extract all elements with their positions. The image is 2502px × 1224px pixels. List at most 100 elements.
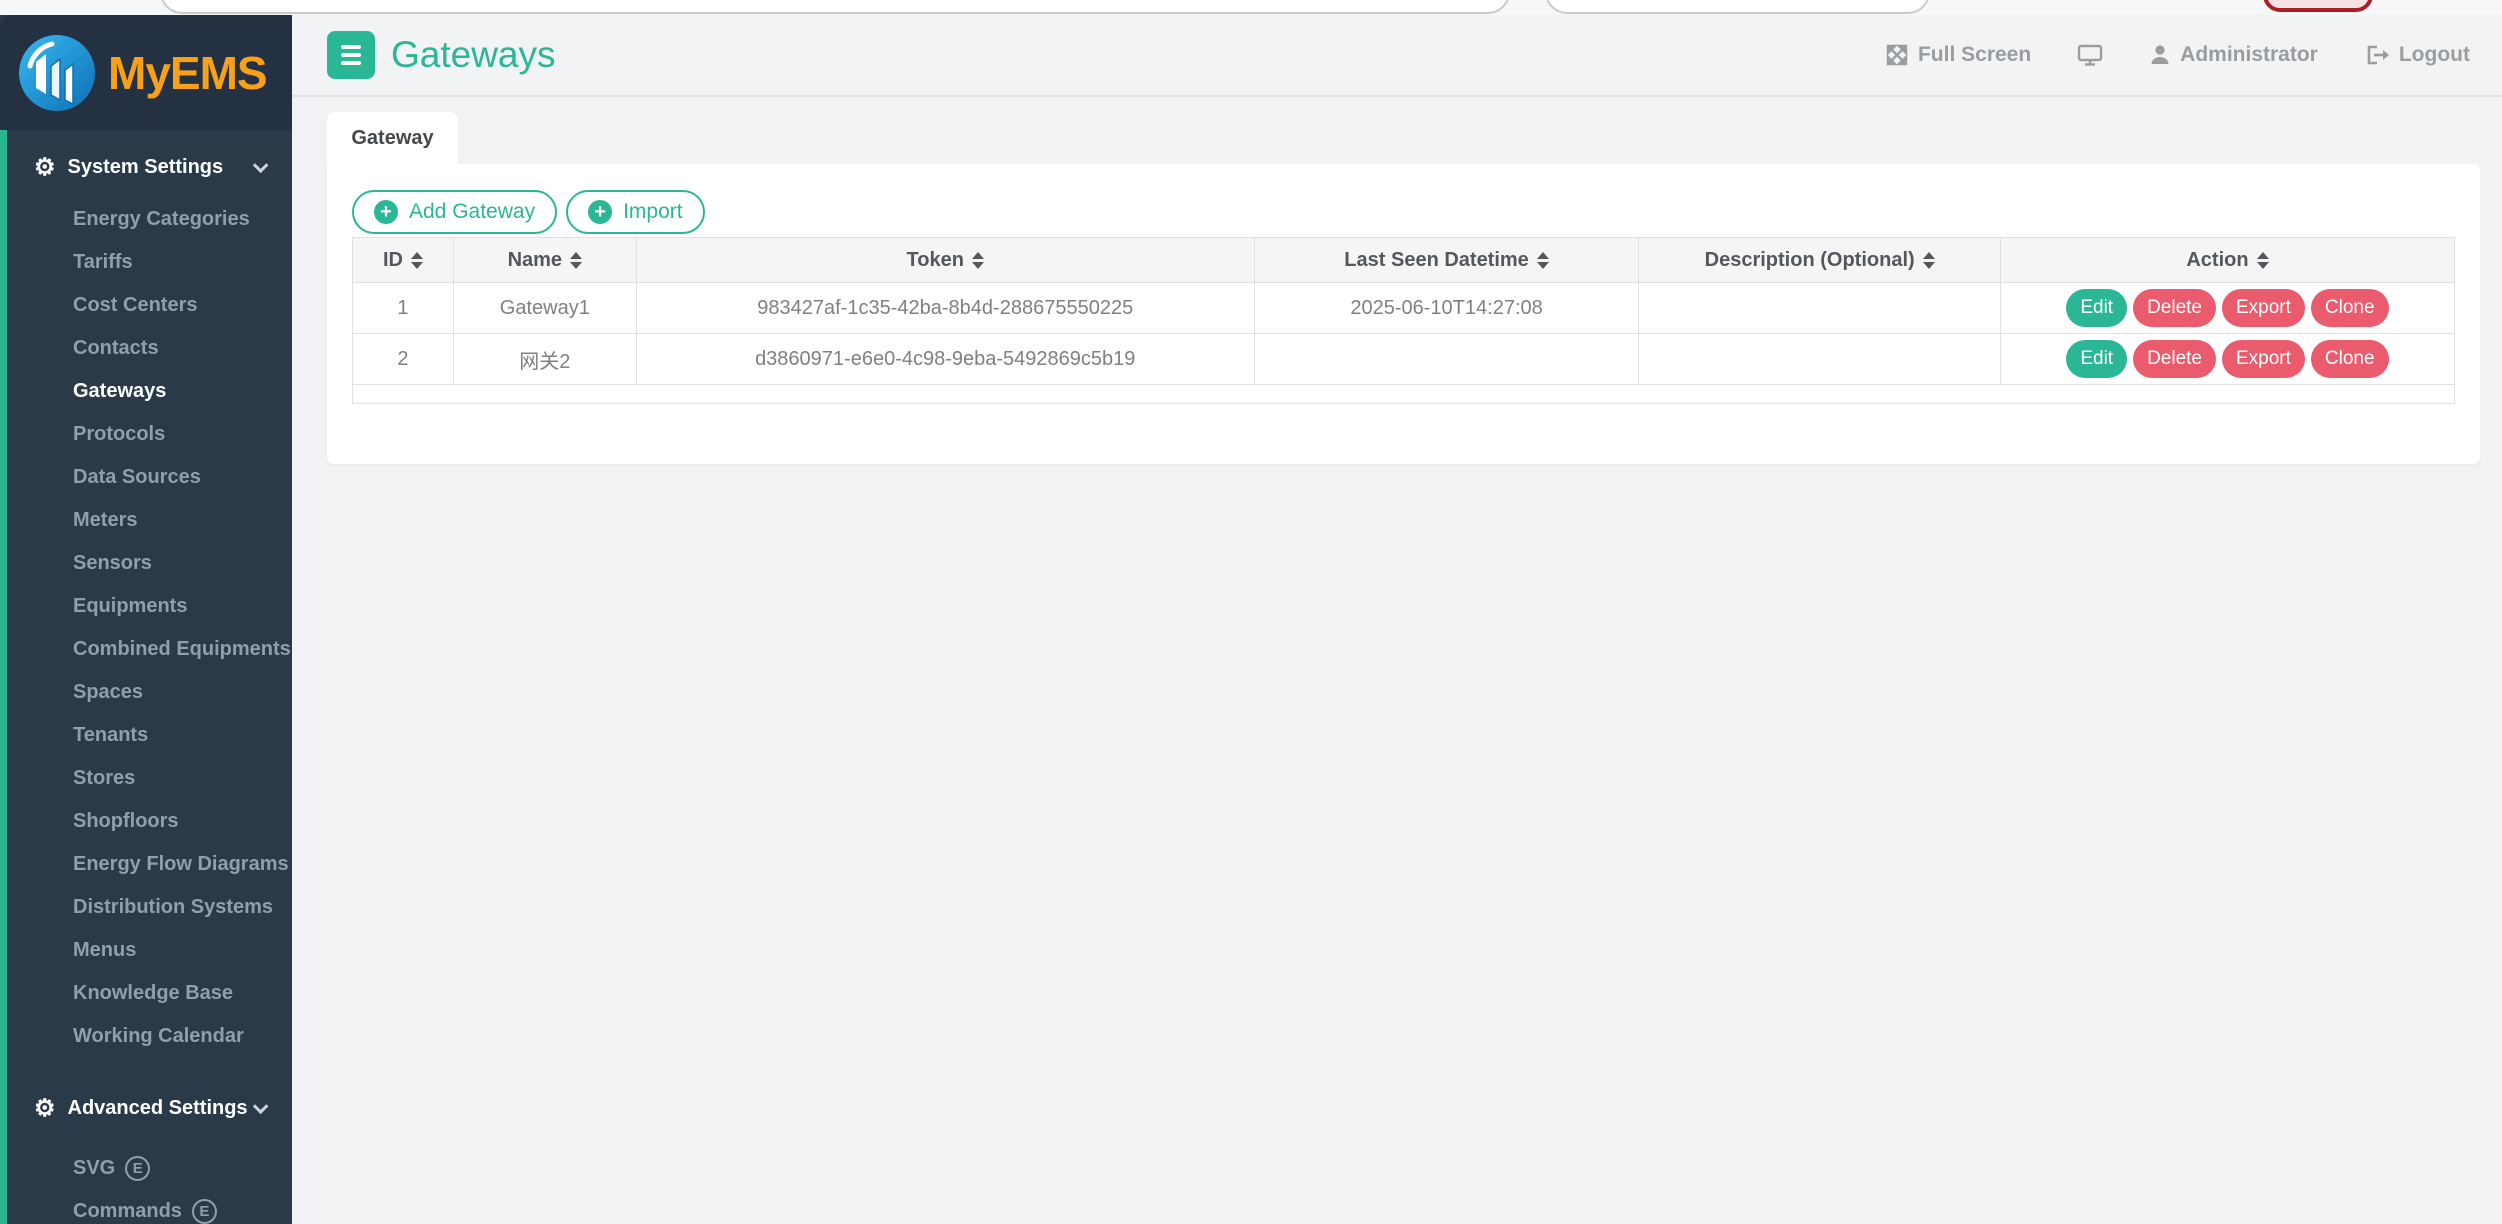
myems-logo-icon <box>16 32 98 114</box>
edit-button[interactable]: Edit <box>2066 289 2127 327</box>
sidebar-item-label: Menus <box>73 939 136 962</box>
sidebar-item-commands[interactable]: CommandsE <box>0 1190 292 1224</box>
column-label: Description (Optional) <box>1705 249 1915 272</box>
sidebar-item-tenants[interactable]: Tenants <box>0 714 292 757</box>
sidebar-item-knowledge-base[interactable]: Knowledge Base <box>0 972 292 1015</box>
logout-icon <box>2364 43 2390 67</box>
cell-description <box>1639 334 2001 385</box>
sidebar-item-equipments[interactable]: Equipments <box>0 585 292 628</box>
sidebar-item-menus[interactable]: Menus <box>0 929 292 972</box>
chevron-down-icon <box>253 1099 269 1115</box>
sidebar-item-sensors[interactable]: Sensors <box>0 542 292 585</box>
cell-last-seen <box>1254 334 1639 385</box>
monitor-button[interactable] <box>2077 43 2103 67</box>
sidebar-item-label: SVG <box>73 1157 115 1180</box>
tab-gateway[interactable]: Gateway <box>327 112 458 164</box>
export-button[interactable]: Export <box>2222 289 2305 327</box>
cell-id: 2 <box>353 334 454 385</box>
tab-label: Gateway <box>351 127 433 150</box>
browser-red-button[interactable] <box>2263 0 2373 12</box>
sidebar-item-energy-flow-diagrams[interactable]: Energy Flow Diagrams <box>0 843 292 886</box>
sidebar-item-protocols[interactable]: Protocols <box>0 413 292 456</box>
column-header-id[interactable]: ID <box>353 238 454 283</box>
sidebar-item-distribution-systems[interactable]: Distribution Systems <box>0 886 292 929</box>
export-button[interactable]: Export <box>2222 340 2305 378</box>
sidebar-section-advanced-settings[interactable]: ⚙ Advanced Settings <box>0 1087 292 1130</box>
table-footer-row <box>353 385 2455 404</box>
logo[interactable]: MyEMS <box>0 15 292 130</box>
gears-icon: ⚙ <box>34 1094 56 1123</box>
table-footer-cell <box>353 385 2455 404</box>
sidebar-item-label: Tariffs <box>73 251 133 274</box>
user-icon <box>2149 43 2171 67</box>
sidebar-item-svg[interactable]: SVGE <box>0 1147 292 1190</box>
sidebar-toggle-button[interactable] <box>327 31 375 79</box>
sidebar-item-contacts[interactable]: Contacts <box>0 327 292 370</box>
clone-button[interactable]: Clone <box>2311 340 2389 378</box>
cell-actions: EditDeleteExportClone <box>2000 334 2454 385</box>
cell-actions: EditDeleteExportClone <box>2000 283 2454 334</box>
gears-icon: ⚙ <box>34 153 56 182</box>
user-label: Administrator <box>2180 43 2318 67</box>
sidebar-item-energy-categories[interactable]: Energy Categories <box>0 198 292 241</box>
delete-button[interactable]: Delete <box>2133 340 2216 378</box>
logo-text: MyEMS <box>108 46 267 100</box>
plus-icon: + <box>588 200 612 224</box>
logout-button[interactable]: Logout <box>2364 43 2470 67</box>
sidebar-item-data-sources[interactable]: Data Sources <box>0 456 292 499</box>
sidebar-item-label: Cost Centers <box>73 294 197 317</box>
column-header-name[interactable]: Name <box>453 238 636 283</box>
clone-button[interactable]: Clone <box>2311 289 2389 327</box>
cell-id: 1 <box>353 283 454 334</box>
column-label: ID <box>383 249 403 272</box>
full-screen-label: Full Screen <box>1918 43 2031 67</box>
topbar: Gateways Full Screen <box>292 15 2502 97</box>
sidebar-item-label: Spaces <box>73 681 143 704</box>
sidebar-item-cost-centers[interactable]: Cost Centers <box>0 284 292 327</box>
monitor-icon <box>2077 43 2103 67</box>
sidebar-item-label: Contacts <box>73 337 159 360</box>
browser-address-bar[interactable] <box>160 0 1510 14</box>
column-label: Token <box>907 249 964 272</box>
sidebar-item-label: Stores <box>73 767 135 790</box>
sidebar-item-stores[interactable]: Stores <box>0 757 292 800</box>
section-label: Advanced Settings <box>68 1097 248 1120</box>
table-row: 1Gateway1983427af-1c35-42ba-8b4d-2886755… <box>353 283 2455 334</box>
section-label: System Settings <box>68 156 224 179</box>
sidebar-item-gateways[interactable]: Gateways <box>0 370 292 413</box>
column-header-last-seen-datetime[interactable]: Last Seen Datetime <box>1254 238 1639 283</box>
table-body: 1Gateway1983427af-1c35-42ba-8b4d-2886755… <box>353 283 2455 385</box>
sidebar-item-label: Energy Categories <box>73 208 250 231</box>
browser-secondary-bar[interactable] <box>1545 0 1930 14</box>
chevron-down-icon <box>253 158 269 174</box>
logout-label: Logout <box>2399 43 2470 67</box>
add-gateway-button[interactable]: + Add Gateway <box>352 190 557 234</box>
sort-icon <box>1923 252 1935 269</box>
sidebar-item-combined-equipments[interactable]: Combined Equipments <box>0 628 292 671</box>
topbar-right: Full Screen Administrator <box>1885 43 2470 67</box>
sidebar-item-spaces[interactable]: Spaces <box>0 671 292 714</box>
sort-icon <box>972 252 984 269</box>
user-menu[interactable]: Administrator <box>2149 43 2318 67</box>
sidebar-item-shopfloors[interactable]: Shopfloors <box>0 800 292 843</box>
sidebar-section-system-settings[interactable]: ⚙ System Settings <box>0 146 292 189</box>
cell-name: 网关2 <box>453 334 636 385</box>
column-header-token[interactable]: Token <box>636 238 1254 283</box>
table-row: 2网关2d3860971-e6e0-4c98-9eba-5492869c5b19… <box>353 334 2455 385</box>
column-header-action[interactable]: Action <box>2000 238 2454 283</box>
sidebar-item-working-calendar[interactable]: Working Calendar <box>0 1015 292 1058</box>
column-header-description-optional[interactable]: Description (Optional) <box>1639 238 2001 283</box>
sidebar-item-meters[interactable]: Meters <box>0 499 292 542</box>
sidebar-item-label: Combined Equipments <box>73 638 291 661</box>
full-screen-button[interactable]: Full Screen <box>1885 43 2031 67</box>
cell-description <box>1639 283 2001 334</box>
column-label: Last Seen Datetime <box>1344 249 1529 272</box>
import-button[interactable]: + Import <box>566 190 705 234</box>
sidebar-item-tariffs[interactable]: Tariffs <box>0 241 292 284</box>
sidebar-item-label: Equipments <box>73 595 187 618</box>
cell-token: 983427af-1c35-42ba-8b4d-288675550225 <box>636 283 1254 334</box>
edit-button[interactable]: Edit <box>2066 340 2127 378</box>
sidebar-item-label: Distribution Systems <box>73 896 273 919</box>
page-title: Gateways <box>391 34 556 76</box>
delete-button[interactable]: Delete <box>2133 289 2216 327</box>
